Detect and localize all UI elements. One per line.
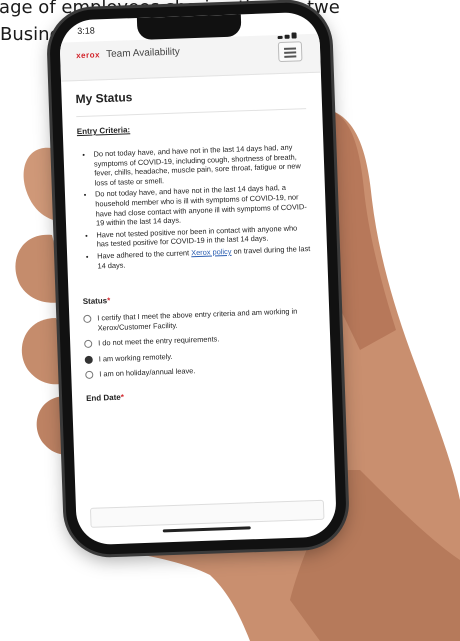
signal-icon bbox=[277, 20, 299, 40]
end-date-label-text: End Date bbox=[85, 392, 121, 403]
phone-device: 3:18 xerox Team Availability My Status E… bbox=[48, 1, 348, 556]
radio-icon[interactable] bbox=[85, 370, 94, 380]
option-label: I certify that I meet the above entry cr… bbox=[97, 306, 298, 333]
phone-screen: 3:18 xerox Team Availability My Status E… bbox=[58, 11, 338, 546]
option-label: I do not meet the entry requirements. bbox=[98, 334, 220, 348]
main-content: My Status Entry Criteria: Do not today h… bbox=[75, 78, 316, 410]
radio-icon[interactable] bbox=[84, 339, 93, 349]
brand-logo: xerox bbox=[75, 50, 101, 61]
radio-selected-icon[interactable] bbox=[84, 355, 93, 364]
criteria-item: Do not today have, and have not in the l… bbox=[95, 182, 310, 228]
phone-notch bbox=[136, 14, 242, 40]
hamburger-menu-icon[interactable] bbox=[277, 41, 303, 63]
status-option-not-meet[interactable]: I do not meet the entry requirements. bbox=[84, 331, 314, 349]
criteria-list: Do not today have, and have not in the l… bbox=[77, 142, 311, 271]
app-title: Team Availability bbox=[105, 46, 181, 61]
status-label: Status* bbox=[83, 289, 313, 306]
option-label: I am working remotely. bbox=[98, 351, 173, 364]
policy-pre: Have adhered to the current bbox=[96, 248, 192, 261]
divider bbox=[76, 108, 307, 118]
criteria-item: Do not today have, and have not in the l… bbox=[93, 142, 308, 188]
option-label: I am on holiday/annual leave. bbox=[99, 366, 196, 379]
end-date-input[interactable] bbox=[89, 499, 325, 528]
required-mark: * bbox=[120, 392, 125, 402]
status-label-text: Status bbox=[82, 296, 108, 307]
status-option-holiday[interactable]: I am on holiday/annual leave. bbox=[85, 362, 315, 380]
status-option-remote[interactable]: I am working remotely. bbox=[84, 347, 315, 365]
status-option-certify[interactable]: I certify that I meet the above entry cr… bbox=[83, 306, 314, 333]
end-date-label: End Date* bbox=[85, 386, 316, 403]
entry-criteria-label: Entry Criteria: bbox=[76, 125, 131, 137]
xerox-policy-link[interactable]: Xerox policy bbox=[191, 247, 232, 257]
required-mark: * bbox=[107, 296, 111, 306]
home-indicator bbox=[162, 526, 251, 533]
app-header: xerox Team Availability bbox=[59, 33, 321, 82]
status-time: 3:18 bbox=[77, 25, 95, 37]
radio-icon[interactable] bbox=[83, 314, 92, 324]
page-title: My Status bbox=[75, 90, 133, 107]
